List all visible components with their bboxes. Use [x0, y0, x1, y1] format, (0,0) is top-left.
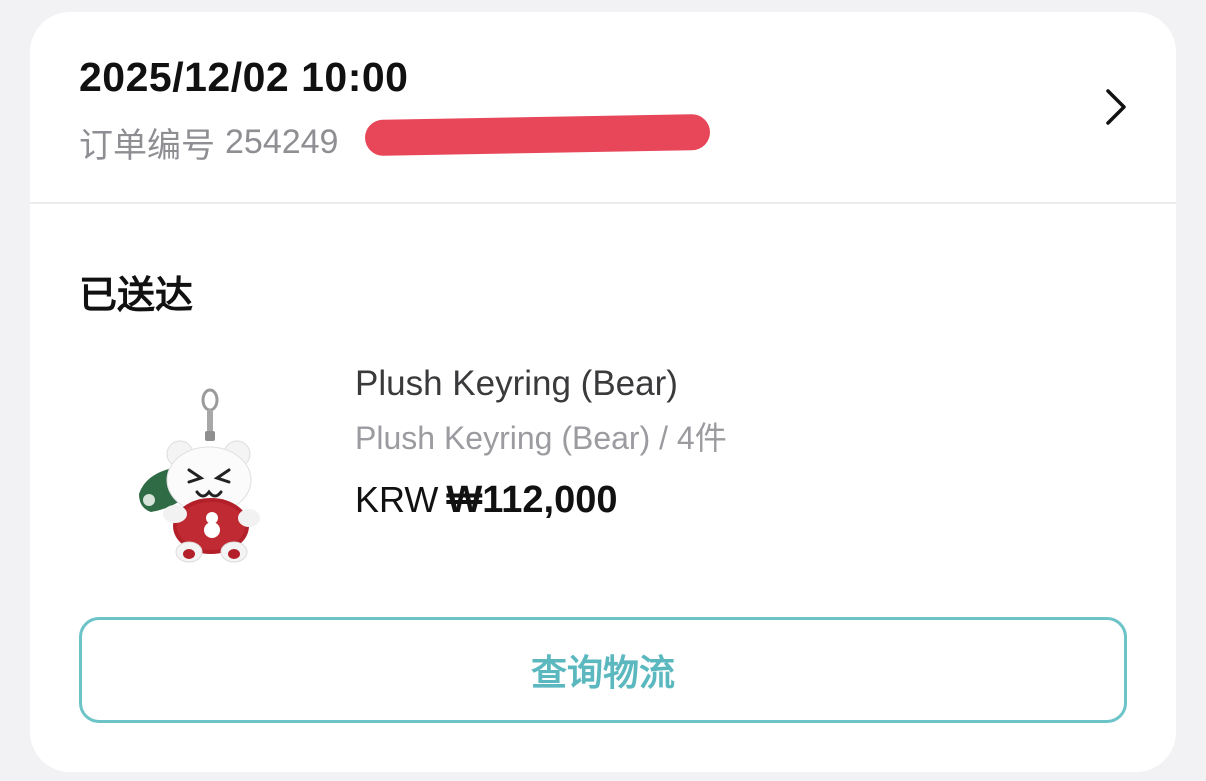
product-image	[139, 388, 260, 563]
product-item[interactable]: Plush Keyring (Bear) Plush Keyring (Bear…	[79, 342, 1129, 572]
product-variant: Plush Keyring (Bear) / 4件	[355, 420, 727, 456]
product-info: Plush Keyring (Bear) Plush Keyring (Bear…	[355, 362, 727, 532]
order-header[interactable]: 2025/12/02 10:00 订单编号 254249	[30, 12, 1176, 204]
order-number-label: 订单编号	[79, 126, 215, 165]
track-shipment-button[interactable]: 查询物流	[79, 617, 1127, 723]
price-currency: KRW	[355, 479, 439, 520]
order-number: 订单编号 254249	[79, 120, 339, 165]
delivery-status: 已送达	[79, 275, 194, 317]
order-number-value: 254249	[225, 122, 339, 161]
product-price: KRW ₩112,000	[355, 476, 727, 532]
order-card: 2025/12/02 10:00 订单编号 254249 已送达 Plush K…	[30, 12, 1176, 772]
chevron-right-icon[interactable]	[1098, 87, 1134, 127]
redaction-mark	[364, 113, 711, 157]
order-datetime: 2025/12/02 10:00	[79, 54, 409, 100]
product-name: Plush Keyring (Bear)	[355, 364, 678, 403]
price-amount: ₩112,000	[446, 479, 618, 521]
